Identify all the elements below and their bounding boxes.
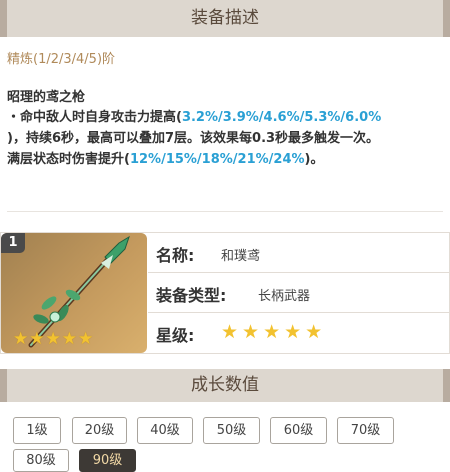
divider bbox=[7, 211, 443, 212]
rarity-row: 星级: ★★★★★ bbox=[148, 313, 449, 353]
name-row: 名称: 和璞鸢 bbox=[148, 233, 449, 273]
effect-line3-prefix: 满层状态时伤害提升( bbox=[7, 152, 130, 167]
rarity-stars: ★★★★★ bbox=[221, 321, 327, 343]
effect-description: ・命中敌人时自身攻击力提高(3.2%/3.9%/4.6%/5.3%/6.0% )… bbox=[7, 107, 443, 170]
header-corner-right bbox=[443, 369, 450, 402]
weapon-level-badge: 1 bbox=[1, 233, 25, 253]
level-button-60[interactable]: 60级 bbox=[270, 417, 327, 444]
effect-line1-prefix: ・命中敌人时自身攻击力提高( bbox=[7, 110, 182, 125]
effect-name: 昭理的鸢之枪 bbox=[7, 90, 86, 105]
level-button-90[interactable]: 90级 bbox=[79, 449, 136, 472]
rarity-label: 星级: bbox=[156, 326, 195, 345]
type-label: 装备类型: bbox=[156, 286, 227, 305]
type-value: 长柄武器 bbox=[258, 289, 311, 304]
description-title: 装备描述 bbox=[191, 8, 259, 28]
name-value: 和璞鸢 bbox=[221, 249, 261, 264]
effect-line3-suffix: )。 bbox=[304, 152, 324, 167]
level-button-20[interactable]: 20级 bbox=[72, 417, 127, 444]
level-button-50[interactable]: 50级 bbox=[203, 417, 260, 444]
weapon-image: 1 ★★★★★ bbox=[1, 233, 147, 353]
header-corner-left bbox=[0, 0, 7, 37]
image-rarity-stars: ★★★★★ bbox=[13, 329, 95, 349]
growth-header: 成长数值 bbox=[0, 369, 450, 402]
name-label: 名称: bbox=[156, 246, 195, 265]
weapon-info-panel: 1 ★★★★★ 名称: 和璞鸢 装备类型: 长柄武器 星级: ★★★★★ bbox=[0, 232, 450, 354]
description-header: 装备描述 bbox=[0, 0, 450, 37]
level-button-80[interactable]: 80级 bbox=[13, 449, 69, 472]
effect-atk-values: 3.2%/3.9%/4.6%/5.3%/6.0% bbox=[181, 110, 382, 125]
level-button-70[interactable]: 70级 bbox=[337, 417, 394, 444]
header-corner-left bbox=[0, 369, 7, 402]
refinement-label: 精炼(1/2/3/4/5)阶 bbox=[7, 52, 116, 67]
header-corner-right bbox=[443, 0, 450, 37]
level-button-1[interactable]: 1级 bbox=[13, 417, 61, 444]
growth-title: 成长数值 bbox=[191, 375, 259, 395]
level-button-40[interactable]: 40级 bbox=[137, 417, 193, 444]
effect-line2: )，持续6秒，最高可以叠加7层。该效果每0.3秒最多触发一次。 bbox=[7, 131, 380, 146]
effect-dmg-values: 12%/15%/18%/21%/24% bbox=[129, 152, 305, 167]
type-row: 装备类型: 长柄武器 bbox=[148, 273, 449, 313]
